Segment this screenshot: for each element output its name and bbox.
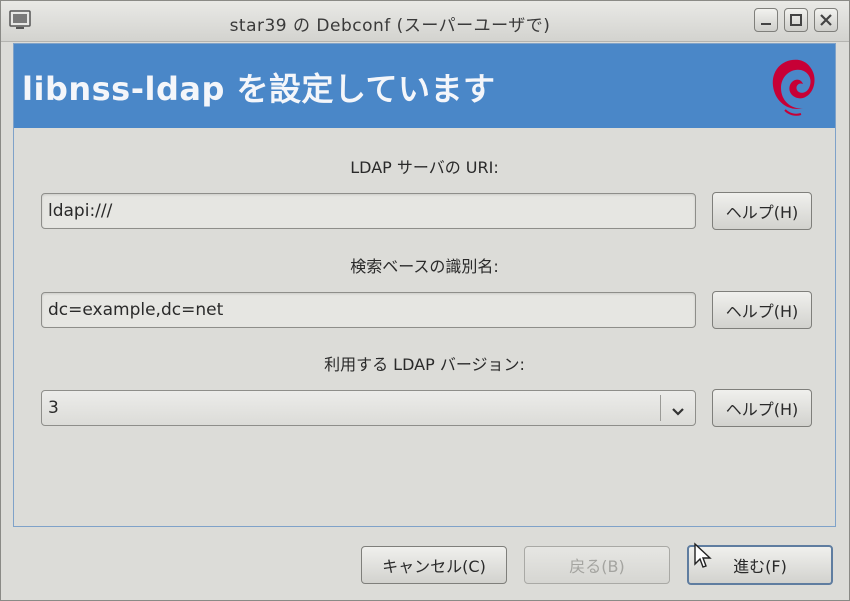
mouse-pointer-icon [693,542,713,574]
minimize-icon [761,23,771,25]
window-menu-icon[interactable] [9,10,31,30]
maximize-button[interactable] [784,8,808,32]
banner-title: libnss-ldap を設定しています [22,70,496,108]
header-banner: libnss-ldap を設定しています [14,44,835,128]
ldap-version-combo[interactable]: 3 [41,390,696,426]
close-button[interactable] [814,8,838,32]
uri-input[interactable] [41,193,696,229]
base-dn-label: 検索ベースの識別名: [350,257,499,276]
window-title: star39 の Debconf (スーパーユーザで) [229,16,551,36]
ldap-version-help-button[interactable]: ヘルプ(H) [712,389,812,427]
combo-separator [660,395,661,421]
minimize-button[interactable] [754,8,778,32]
chevron-down-icon[interactable] [671,402,685,421]
ldap-version-value: 3 [48,398,59,418]
base-dn-input[interactable] [41,292,696,328]
dialog-content: libnss-ldap を設定しています LDAP サーバの URI: ヘルプ(… [13,43,836,527]
maximize-icon [790,14,802,26]
base-dn-help-button[interactable]: ヘルプ(H) [712,291,812,329]
debconf-window: star39 の Debconf (スーパーユーザで) libnss-ldap … [0,0,850,601]
uri-help-button[interactable]: ヘルプ(H) [712,192,812,230]
title-bar[interactable]: star39 の Debconf (スーパーユーザで) [1,1,849,42]
back-button[interactable]: 戻る(B) [524,546,670,584]
debian-logo-icon [763,52,823,122]
close-icon [820,14,832,26]
uri-label: LDAP サーバの URI: [350,158,499,177]
cancel-button[interactable]: キャンセル(C) [361,546,507,584]
ldap-version-label: 利用する LDAP バージョン: [324,355,525,374]
